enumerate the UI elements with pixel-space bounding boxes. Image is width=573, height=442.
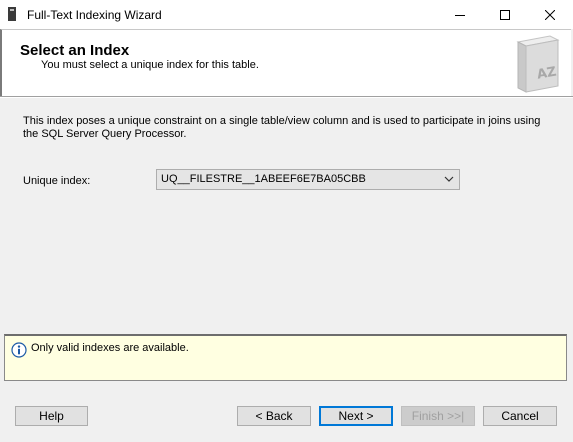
- az-book-icon: AZ: [516, 35, 560, 93]
- title-bar: Full-Text Indexing Wizard: [0, 0, 573, 29]
- info-icon: [11, 342, 27, 358]
- page-subtitle: You must select a unique index for this …: [41, 59, 259, 71]
- info-bar: Only valid indexes are available.: [4, 334, 567, 381]
- header-separator: [0, 96, 573, 98]
- cancel-button[interactable]: Cancel: [483, 406, 557, 426]
- page-title: Select an Index: [20, 42, 130, 59]
- maximize-icon: [500, 9, 510, 20]
- finish-button[interactable]: Finish >>|: [401, 406, 475, 426]
- maximize-button[interactable]: [482, 0, 528, 29]
- help-button[interactable]: Help: [15, 406, 88, 426]
- close-button[interactable]: [527, 0, 573, 29]
- wizard-header: Select an Index You must select a unique…: [0, 29, 571, 96]
- back-button[interactable]: < Back: [237, 406, 311, 426]
- description-text: This index poses a unique constraint on …: [23, 115, 541, 140]
- unique-index-label: Unique index:: [23, 175, 91, 187]
- info-message: Only valid indexes are available.: [31, 342, 189, 354]
- minimize-icon: [455, 14, 465, 16]
- unique-index-value: UQ__FILESTRE__1ABEEF6E7BA05CBB: [161, 173, 366, 185]
- next-button[interactable]: Next >: [319, 406, 393, 426]
- chevron-down-icon: [444, 176, 454, 182]
- wizard-app-icon: [8, 7, 16, 21]
- unique-index-dropdown[interactable]: UQ__FILESTRE__1ABEEF6E7BA05CBB: [156, 169, 460, 190]
- close-icon: [545, 9, 555, 20]
- window-title: Full-Text Indexing Wizard: [27, 8, 162, 22]
- minimize-button[interactable]: [437, 0, 483, 29]
